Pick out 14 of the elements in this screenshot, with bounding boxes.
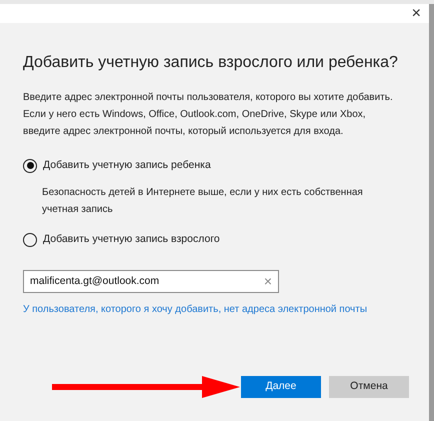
arrow-icon [52,376,240,398]
cancel-button[interactable]: Отмена [329,376,409,398]
close-button[interactable]: × [412,6,421,22]
option-label[interactable]: Добавить учетную запись взрослого [43,232,220,248]
option-label[interactable]: Добавить учетную запись ребенка [43,158,211,174]
email-field[interactable]: malificenta.gt@outlook.com × [23,270,279,292]
dialog-title: Добавить учетную запись взрослого или ребенка? [23,53,398,73]
option-description: Безопасность детей в Интернете выше, если у них есть собственная учетная запись [42,186,364,217]
intro-text: Введите адрес электронной почты пользователя, которого вы хотите добавить. Если у него есть Windows, Office, Outlook.com, OneDrive, Skype или Xbox, введите адрес электронной почты, который используется для входа. [23,91,394,139]
next-button[interactable]: Далее [241,376,321,398]
clear-button[interactable]: × [264,274,272,288]
radio-button[interactable] [23,158,37,173]
no-email-link[interactable]: У пользователя, которого я хочу добавить, нет адреса электронной почты [23,302,368,316]
radio-button[interactable] [23,232,37,247]
